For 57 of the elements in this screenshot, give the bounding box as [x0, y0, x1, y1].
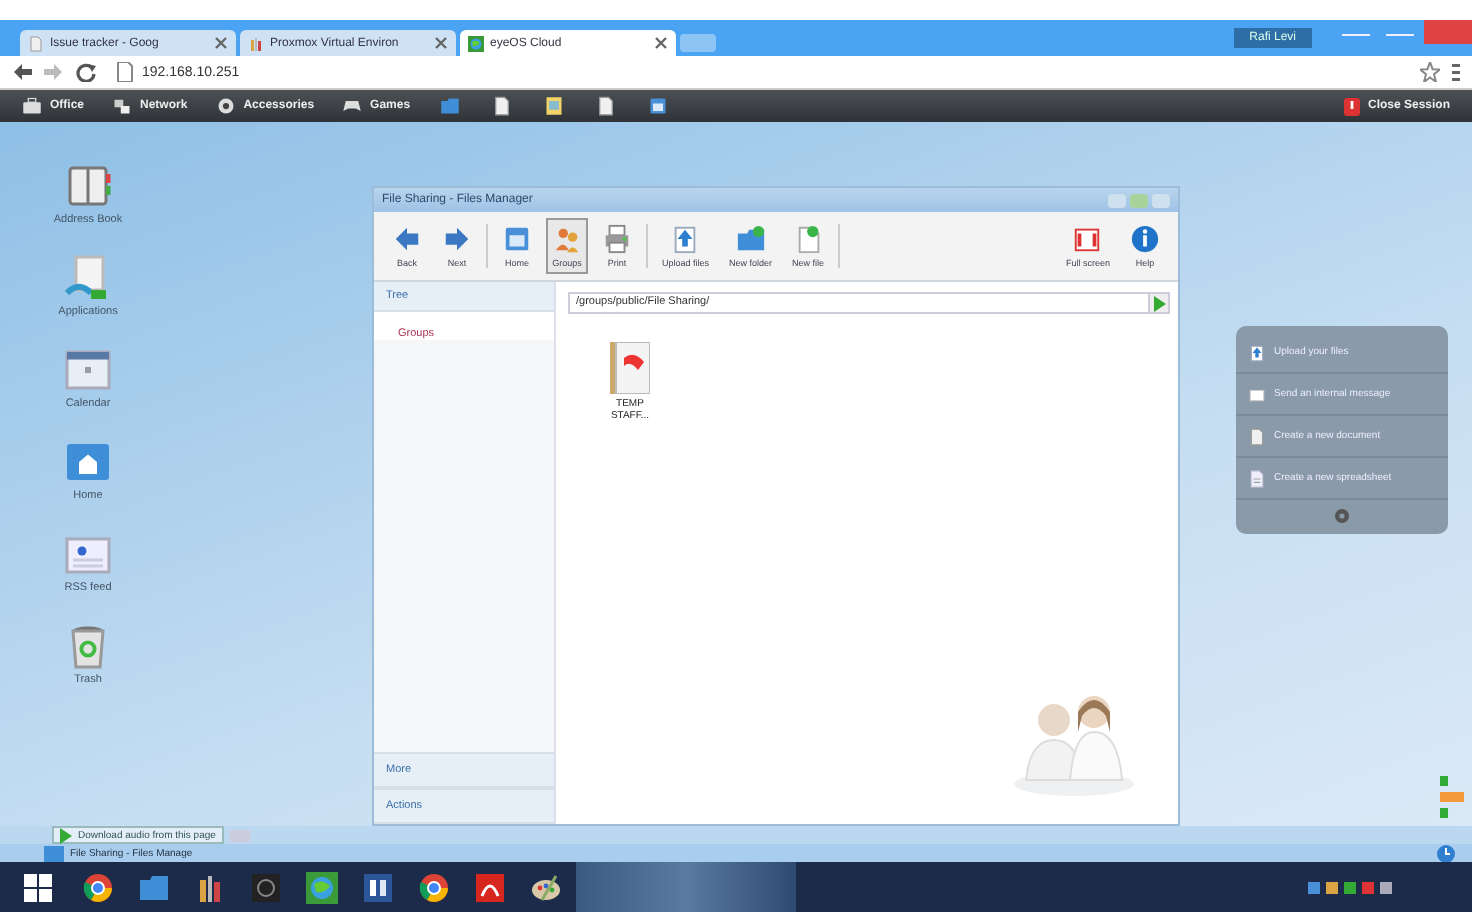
star-icon	[1420, 62, 1440, 82]
printer-icon	[602, 224, 632, 254]
menu-icon	[1452, 62, 1460, 82]
folder-icon	[735, 224, 766, 254]
meter-drawing	[1440, 776, 1464, 818]
people-icon	[552, 224, 582, 254]
chrome-icon[interactable]	[418, 872, 450, 904]
upload-icon	[670, 224, 701, 254]
power-icon	[1343, 97, 1360, 115]
arrow-right-icon	[442, 224, 472, 254]
window-icon	[44, 845, 64, 861]
folder-icon[interactable]	[440, 96, 461, 116]
message-icon	[1248, 385, 1266, 403]
window-icon	[502, 224, 532, 254]
file-icon	[793, 224, 824, 254]
play-icon	[60, 827, 72, 843]
play-icon	[1153, 295, 1165, 311]
page-icon	[116, 62, 134, 82]
window-icon[interactable]	[648, 96, 669, 116]
tools-icon	[248, 35, 264, 51]
gamepad-icon	[342, 96, 363, 116]
pdf-icon[interactable]	[474, 872, 506, 904]
gear-icon	[215, 96, 236, 116]
app-icon[interactable]	[250, 872, 282, 904]
clock-icon	[1436, 843, 1456, 863]
spreadsheet-icon	[1248, 469, 1266, 487]
applications-icon[interactable]	[64, 254, 112, 302]
back-arrow-icon	[12, 62, 32, 82]
chrome-icon[interactable]	[82, 872, 114, 904]
upload-icon	[1248, 343, 1266, 361]
reload-icon	[76, 62, 96, 82]
globe-icon	[468, 35, 484, 51]
fullscreen-icon	[1072, 224, 1103, 254]
close-icon[interactable]	[214, 36, 228, 50]
forward-arrow-icon	[44, 62, 64, 82]
briefcase-icon	[22, 96, 42, 116]
close-icon[interactable]	[654, 36, 668, 50]
close-icon[interactable]	[434, 36, 448, 50]
windows-logo-icon[interactable]	[22, 872, 54, 904]
document-icon[interactable]	[492, 96, 513, 116]
calendar-icon[interactable]	[64, 346, 112, 394]
go-button[interactable]	[1148, 294, 1168, 312]
gear-icon	[1334, 508, 1350, 524]
home-icon[interactable]	[64, 438, 112, 486]
network-icon	[112, 96, 133, 116]
document-icon	[28, 35, 44, 51]
picture-icon[interactable]	[544, 96, 565, 116]
arrow-left-icon	[392, 224, 422, 254]
document-icon[interactable]	[596, 96, 617, 116]
palette-icon[interactable]	[530, 872, 562, 904]
help-icon	[1130, 224, 1160, 254]
book-icon[interactable]	[64, 162, 112, 210]
people-drawing	[1014, 692, 1134, 796]
tools-icon[interactable]	[194, 872, 226, 904]
folder-icon[interactable]	[138, 872, 170, 904]
document-icon	[1248, 427, 1266, 445]
word-icon[interactable]	[362, 872, 394, 904]
